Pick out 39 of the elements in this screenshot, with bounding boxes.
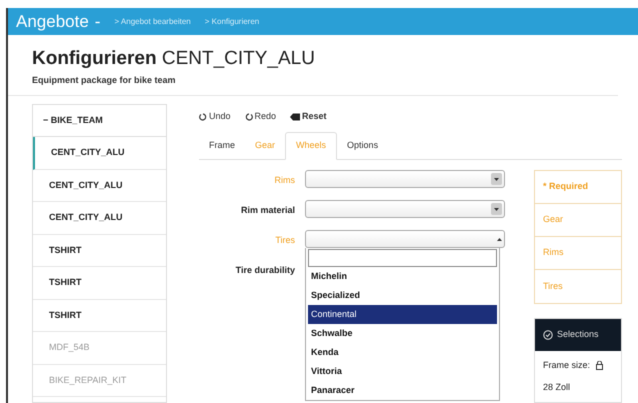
tab[interactable]: Options [337,132,388,160]
page-subtitle: Equipment package for bike team [32,74,177,87]
select-field[interactable] [305,170,505,188]
undo-button[interactable]: Undo [199,110,231,124]
tree-root-item[interactable]: − BIKE_TEAM [33,105,166,137]
dropdown-option[interactable]: Michelin [308,267,497,286]
tree-item[interactable]: CENT_CITY_ALU [33,202,166,234]
search-field[interactable] [308,249,497,267]
frame-size-value: 28 Zoll [542,380,572,394]
erase-icon [290,113,300,121]
tree-item[interactable]: TSHIRT [33,300,166,332]
tree-item[interactable]: TSHIRT [33,267,166,300]
dropdown-option[interactable]: Panaracer [308,381,497,400]
tree-item[interactable]: CENT_CITY_ALU [33,137,166,170]
dropdown-option[interactable]: Vittoria [308,362,497,381]
field-label: Tires [274,234,296,247]
dropdown-option[interactable]: Schwalbe [308,324,497,343]
required-heading: * Required [535,171,621,204]
dropdown-option[interactable]: Specialized [308,286,497,305]
select-field[interactable] [305,230,505,248]
reset-button[interactable]: Reset [290,110,327,124]
check-circle-icon [543,330,553,340]
lock-icon [596,361,604,370]
field-label: Rims [274,174,296,187]
undo-icon [199,113,207,121]
selections-heading: Selections [557,328,599,342]
select-field[interactable] [305,200,505,218]
tab[interactable]: Frame [199,132,246,160]
caret-up-icon [497,238,502,240]
field-label: Rim material [240,204,296,217]
redo-button[interactable]: Redo [244,110,276,124]
tree-item[interactable]: TSHIRT [33,234,166,267]
tree-item[interactable]: CENT_CITY_ALU [33,170,166,202]
dropdown-option[interactable]: Continental [308,305,497,324]
page-title: Konfigurieren CENT_CITY_ALU [32,47,316,71]
dropdown-option[interactable]: Kenda [308,343,497,362]
field-label: Tire durability [234,264,296,277]
redo-icon [244,113,253,121]
frame-size-label: Frame size: [543,359,590,372]
